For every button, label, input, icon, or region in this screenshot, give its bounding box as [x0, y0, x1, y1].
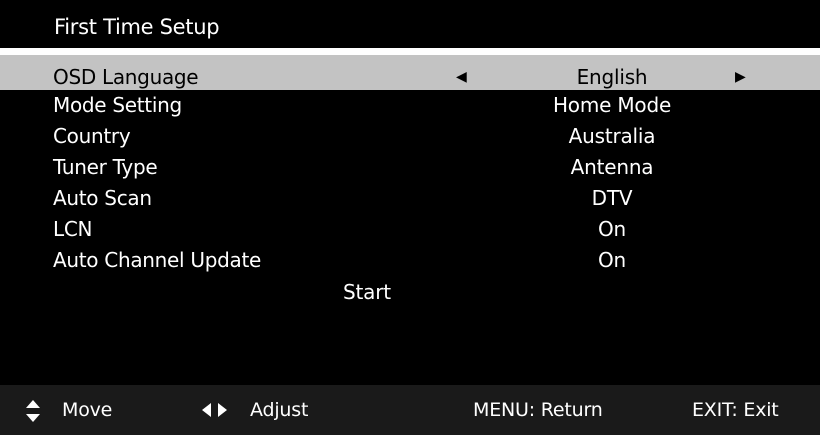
menu-item-value: Australia [568, 124, 656, 148]
menu-item-label: LCN [53, 217, 93, 241]
start-button[interactable]: Start [343, 278, 391, 306]
menu-item-value: On [597, 217, 627, 241]
menu-item-tuner-type[interactable]: Tuner Type Antenna [0, 152, 820, 183]
menu-item-osd-language[interactable]: OSD Language ◀ English ▶ [0, 55, 820, 90]
menu-item-label: Auto Channel Update [53, 248, 261, 272]
menu-item-mode-setting[interactable]: Mode Setting Home Mode [0, 90, 820, 121]
footer-adjust-label: Adjust [250, 399, 309, 421]
menu-item-label: Country [53, 124, 131, 148]
left-right-arrows-icon [202, 403, 227, 417]
menu-item-auto-scan[interactable]: Auto Scan DTV [0, 183, 820, 214]
menu-item-lcn[interactable]: LCN On [0, 214, 820, 245]
menu-item-auto-channel-update[interactable]: Auto Channel Update On [0, 245, 820, 276]
menu-item-label: Tuner Type [53, 155, 158, 179]
first-time-setup-screen: First Time Setup OSD Language ◀ English … [0, 0, 820, 435]
footer-help-bar: Move Adjust MENU: Return EXIT: Exit [0, 385, 820, 435]
menu-item-value: On [597, 248, 627, 272]
title-divider [0, 48, 820, 55]
footer-menu-return-label: MENU: Return [473, 399, 603, 421]
menu-item-value: DTV [591, 186, 633, 210]
menu-item-country[interactable]: Country Australia [0, 121, 820, 152]
page-title: First Time Setup [54, 15, 220, 39]
up-down-arrows-icon [26, 400, 40, 422]
menu-item-value: Antenna [570, 155, 654, 179]
menu-item-value: Home Mode [552, 93, 672, 117]
setup-menu: OSD Language ◀ English ▶ Mode Setting Ho… [0, 55, 820, 276]
footer-exit-label: EXIT: Exit [692, 399, 779, 421]
menu-item-label: Auto Scan [53, 186, 152, 210]
footer-move-label: Move [62, 399, 113, 421]
menu-item-label: Mode Setting [53, 93, 182, 117]
